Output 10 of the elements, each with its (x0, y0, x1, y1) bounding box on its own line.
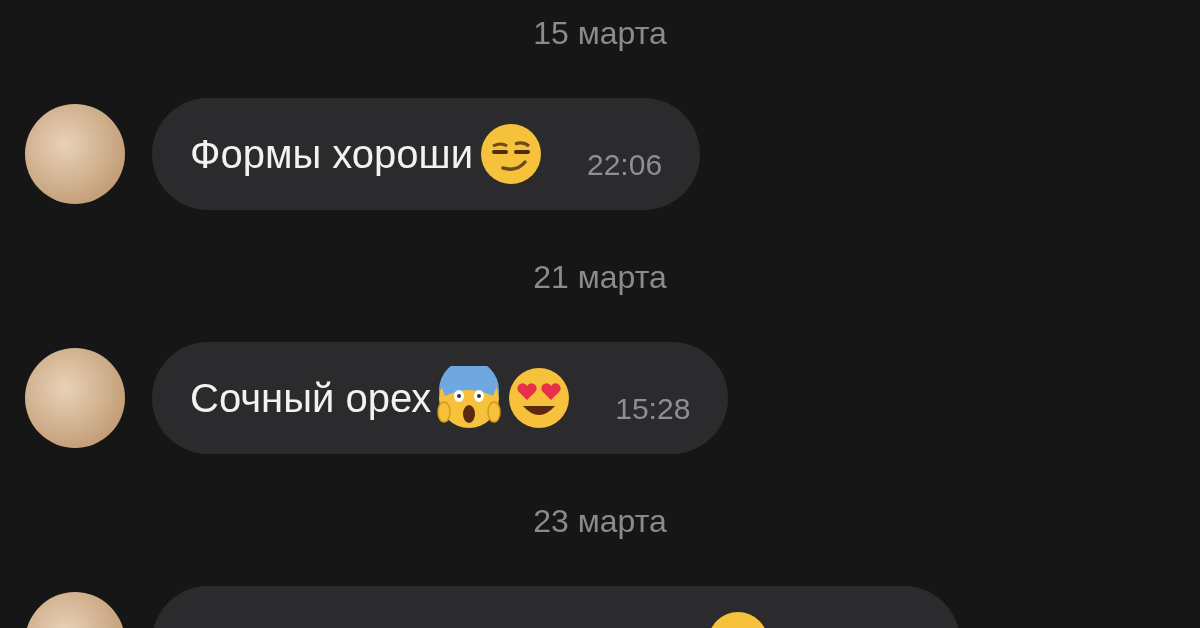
message-time: 15:28 (615, 392, 691, 426)
date-label: 23 марта (533, 502, 667, 540)
date-label: 21 марта (533, 258, 667, 296)
smirking-face-icon (479, 122, 543, 186)
date-label: 15 марта (533, 14, 667, 52)
message-text: Сочный орех (190, 375, 432, 421)
screaming-face-icon (437, 366, 502, 430)
heart-eyes-face-icon (507, 366, 572, 430)
message-time: 22:06 (587, 148, 663, 182)
message-text: Формы хороши (190, 131, 473, 177)
